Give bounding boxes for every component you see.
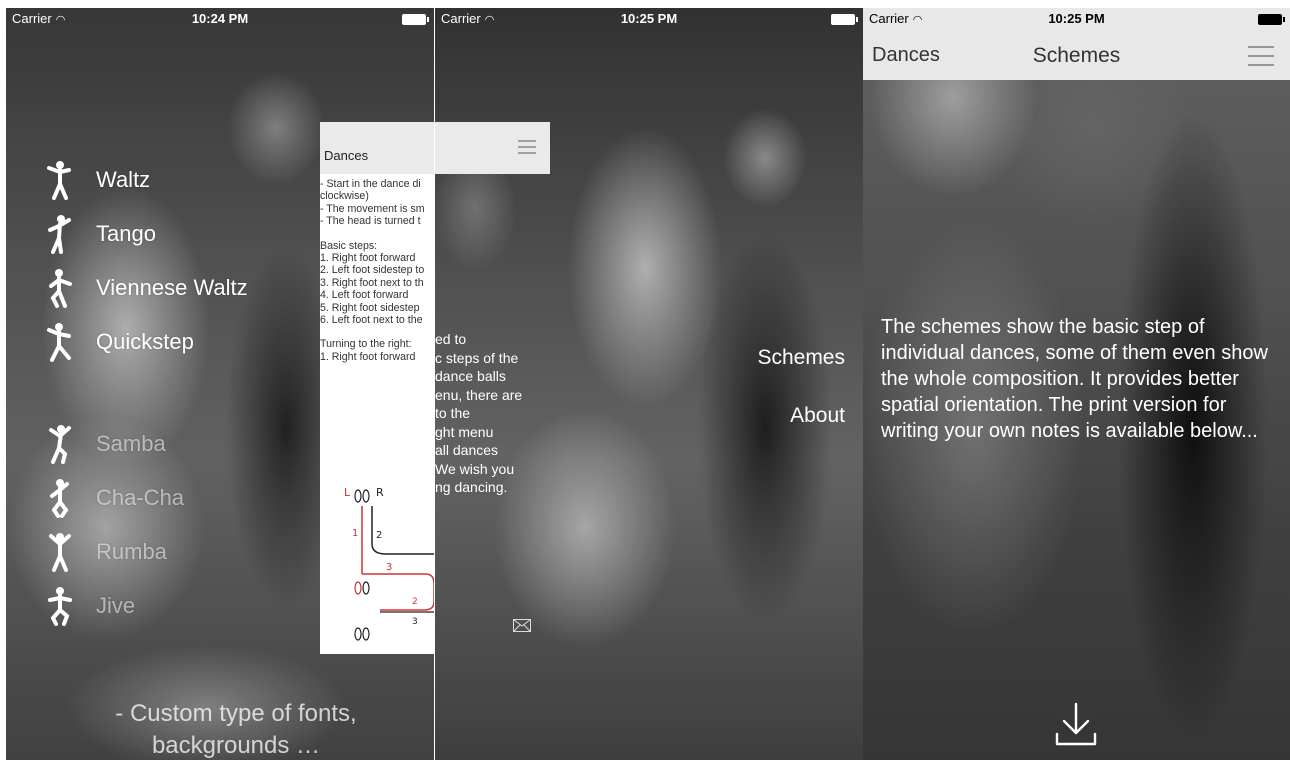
rumba-dancer-icon (40, 532, 80, 572)
dance-label: Jive (96, 593, 136, 618)
battery-icon (1258, 14, 1285, 25)
shifted-nav-bar (435, 122, 550, 174)
dance-item-rumba[interactable]: Rumba (40, 532, 167, 572)
hamburger-menu-icon[interactable] (1248, 46, 1274, 71)
dance-label: Cha-Cha (96, 485, 185, 510)
download-icon[interactable] (1055, 702, 1097, 751)
battery-icon (402, 14, 429, 25)
status-time: 10:25 PM (620, 11, 678, 26)
samba-dancer-icon (40, 424, 80, 464)
waltz-dancer-icon (40, 160, 80, 200)
dance-label: Tango (96, 221, 156, 246)
feature-note: - Custom type of fonts, backgrounds … (115, 700, 357, 759)
side-menu: Schemes About (757, 346, 845, 462)
dance-label: Rumba (96, 539, 167, 564)
svg-text:L: L (344, 486, 351, 499)
battery-icon (831, 14, 858, 25)
svg-text:R: R (376, 486, 384, 499)
preview-nav-bar: Dances (320, 122, 434, 174)
step-diagram-sketch: L R 1 2 3 2 3 (344, 486, 434, 641)
dance-item-viennese-waltz[interactable]: Viennese Waltz (40, 268, 248, 308)
dance-page-preview[interactable]: Dances - Start in the dance di clockwise… (320, 122, 434, 654)
svg-text:1: 1 (352, 528, 358, 539)
intro-text: ed to c steps of the dance balls enu, th… (435, 331, 523, 495)
menu-item-about[interactable]: About (757, 404, 845, 428)
dance-item-waltz[interactable]: Waltz (40, 160, 150, 200)
jive-dancer-icon (40, 586, 80, 626)
preview-dance-description: - Start in the dance di clockwise) - The… (320, 178, 425, 363)
dance-label: Quickstep (96, 329, 194, 354)
dance-item-quickstep[interactable]: Quickstep (40, 322, 194, 362)
dance-item-jive[interactable]: Jive (40, 586, 135, 626)
svg-text:2: 2 (376, 530, 382, 541)
tango-dancer-icon (40, 214, 80, 254)
dance-label: Waltz (96, 167, 151, 192)
viennese-waltz-dancer-icon (40, 268, 80, 308)
mail-icon[interactable] (513, 619, 531, 637)
dance-label: Samba (96, 431, 166, 456)
quickstep-dancer-icon (40, 322, 80, 362)
screen-side-menu: Carrier ◠ 10:25 PM ed to c steps of the d… (435, 8, 863, 760)
dance-label: Viennese Waltz (96, 275, 248, 300)
schemes-description: The schemes show the basic step of indiv… (881, 316, 1268, 442)
status-time: 10:24 PM (191, 11, 249, 26)
status-bar: Carrier ◠ 10:24 PM (6, 8, 434, 28)
page-title: Schemes (1032, 44, 1121, 67)
menu-item-schemes[interactable]: Schemes (757, 346, 845, 370)
svg-text:3: 3 (386, 562, 392, 573)
status-time: 10:25 PM (1048, 11, 1105, 26)
svg-text:2: 2 (412, 597, 418, 607)
dance-item-cha-cha[interactable]: Cha-Cha (40, 478, 184, 518)
dance-item-tango[interactable]: Tango (40, 214, 156, 254)
dance-item-samba[interactable]: Samba (40, 424, 166, 464)
status-bar: Carrier ◠ 10:25 PM (863, 8, 1290, 28)
screen-schemes: Dances Schemes Carrier ◠ 10:25 PM The sch… (863, 8, 1290, 760)
preview-nav-title: Dances (324, 148, 369, 163)
status-bar: Carrier ◠ 10:25 PM (435, 8, 863, 28)
screen-dance-menu: Carrier ◠ 10:24 PM Waltz Tango Viennese W… (6, 8, 434, 760)
svg-text:3: 3 (412, 617, 418, 627)
cha-cha-dancer-icon (40, 478, 80, 518)
hamburger-menu-icon[interactable] (518, 140, 536, 159)
